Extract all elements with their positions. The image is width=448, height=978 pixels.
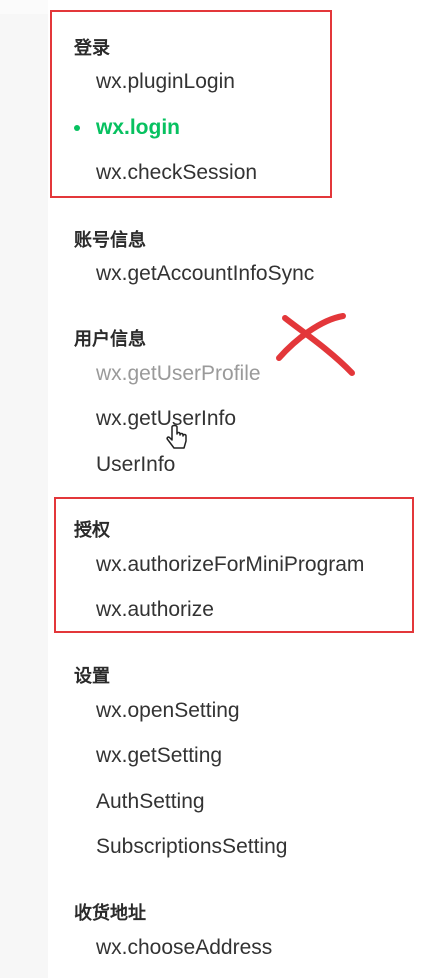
sidebar-item-subscriptions-setting[interactable]: SubscriptionsSetting	[96, 835, 287, 859]
sidebar-item-open-setting[interactable]: wx.openSetting	[96, 699, 240, 723]
sidebar-item-auth-setting[interactable]: AuthSetting	[96, 790, 205, 814]
sidebar-item-get-account-info-sync[interactable]: wx.getAccountInfoSync	[96, 262, 314, 286]
sidebar-item-user-info[interactable]: UserInfo	[96, 453, 175, 477]
sidebar-item-get-setting[interactable]: wx.getSetting	[96, 744, 222, 768]
group-title-account-info: 账号信息	[74, 230, 146, 250]
sidebar-item-choose-address[interactable]: wx.chooseAddress	[96, 936, 272, 960]
group-title-settings: 设置	[74, 666, 110, 686]
group-title-user-info: 用户信息	[74, 329, 146, 349]
page: 登录 wx.pluginLogin wx.login wx.checkSessi…	[0, 0, 448, 978]
highlight-box-authorize	[54, 497, 414, 633]
sidebar-item-get-user-info[interactable]: wx.getUserInfo	[96, 407, 236, 431]
sidebar-item-get-user-profile[interactable]: wx.getUserProfile	[96, 362, 261, 386]
highlight-box-login	[50, 10, 332, 198]
group-title-address: 收货地址	[74, 903, 146, 923]
